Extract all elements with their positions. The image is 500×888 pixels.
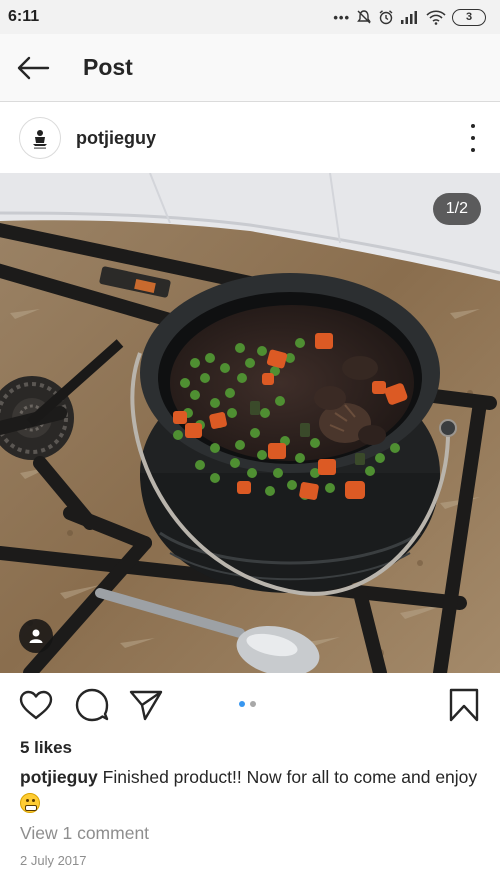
wifi-icon — [426, 10, 446, 25]
potjie-logo-icon — [33, 130, 47, 149]
share-button[interactable] — [128, 687, 164, 723]
status-icons: ••• 3 — [333, 8, 486, 26]
status-time: 6:11 — [8, 8, 40, 25]
dots-icon: ••• — [333, 9, 350, 25]
comment-icon — [75, 688, 109, 722]
post-date: 2 July 2017 — [20, 853, 87, 868]
caption-text: Finished product!! Now for all to come a… — [102, 767, 478, 787]
user-tag-button[interactable] — [19, 619, 53, 653]
image-page-counter: 1/2 — [432, 193, 481, 225]
user-tag-icon — [29, 629, 43, 643]
send-icon — [129, 690, 163, 721]
potjie-pot-photo — [0, 173, 500, 673]
more-vertical-icon — [471, 124, 475, 128]
carousel-dot-active — [239, 701, 245, 707]
more-dot — [471, 148, 475, 152]
back-button[interactable] — [0, 34, 66, 102]
post-image[interactable]: 1/2 — [0, 173, 500, 673]
page-title: Post — [83, 54, 133, 80]
post-actions — [0, 674, 500, 736]
carousel-dot — [250, 701, 256, 707]
app-header: Post — [0, 34, 500, 102]
heart-icon — [19, 690, 53, 720]
more-dot — [471, 136, 475, 140]
post-header: potjieguy — [0, 104, 500, 172]
likes-count[interactable]: 5 likes — [20, 738, 72, 758]
comment-button[interactable] — [74, 687, 110, 723]
view-comments-link[interactable]: View 1 comment — [20, 823, 149, 844]
battery-level: 3 — [465, 11, 473, 23]
carousel-indicator — [239, 701, 256, 707]
grimacing-emoji-icon — [20, 793, 40, 813]
post-caption: potjieguy Finished product!! Now for all… — [20, 764, 482, 816]
post-username[interactable]: potjieguy — [76, 128, 156, 149]
like-button[interactable] — [18, 687, 54, 723]
mute-icon — [357, 10, 371, 24]
battery-icon: 3 — [452, 8, 486, 26]
signal-icon — [401, 11, 417, 24]
save-button[interactable] — [446, 687, 482, 723]
more-options-button[interactable] — [466, 124, 480, 152]
arrow-left-icon — [17, 56, 50, 79]
status-bar: 6:11 ••• 3 — [0, 0, 500, 34]
avatar[interactable] — [19, 117, 61, 159]
alarm-icon — [379, 10, 393, 25]
caption-username[interactable]: potjieguy — [20, 767, 98, 787]
bookmark-icon — [449, 688, 479, 722]
